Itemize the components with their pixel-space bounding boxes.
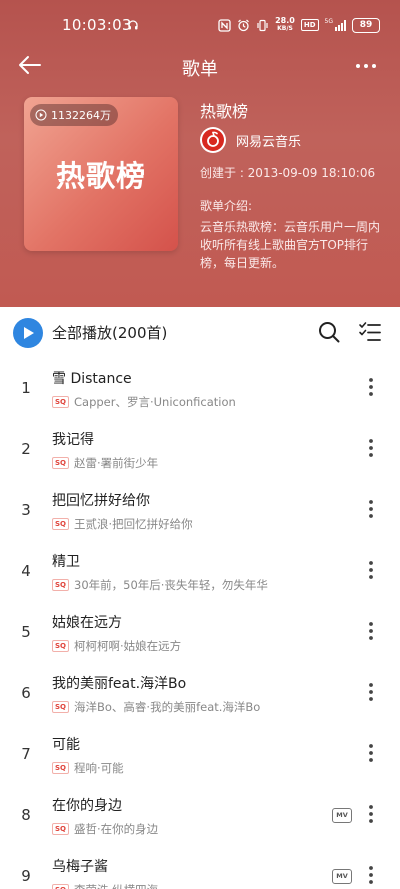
more-options-icon[interactable] bbox=[354, 56, 378, 76]
song-index: 3 bbox=[21, 501, 31, 519]
status-time: 10:03:03 bbox=[62, 16, 132, 34]
creator-name[interactable]: 网易云音乐 bbox=[236, 131, 301, 150]
play-count: 1132264万 bbox=[51, 109, 111, 122]
song-more-icon[interactable] bbox=[364, 497, 378, 521]
song-index: 2 bbox=[21, 440, 31, 458]
song-meta: SQ 柯柯柯啊·姑娘在远方 bbox=[52, 638, 181, 654]
cover-text: 热歌榜 bbox=[55, 159, 146, 193]
song-row[interactable]: 4 精卫 SQ 30年前，50年后·丧失年轻，勿失年华 bbox=[0, 542, 400, 602]
song-title: 雪 Distance bbox=[52, 371, 132, 387]
battery-indicator: 89 bbox=[352, 17, 380, 33]
song-more-icon[interactable] bbox=[364, 558, 378, 582]
hd-badge: HD bbox=[300, 19, 319, 31]
alarm-icon bbox=[238, 19, 250, 31]
song-row[interactable]: 2 我记得 SQ 赵雷·署前街少年 bbox=[0, 420, 400, 480]
song-row[interactable]: 5 姑娘在远方 SQ 柯柯柯啊·姑娘在远方 bbox=[0, 603, 400, 663]
sq-badge: SQ bbox=[52, 762, 69, 774]
song-title: 把回忆拼好给你 bbox=[52, 493, 150, 509]
song-index: 1 bbox=[21, 379, 31, 397]
mv-button[interactable]: MV bbox=[332, 808, 352, 823]
song-artist: 王贰浪·把回忆拼好给你 bbox=[74, 517, 193, 531]
song-artist: 柯柯柯啊·姑娘在远方 bbox=[74, 639, 182, 653]
song-more-icon[interactable] bbox=[364, 436, 378, 460]
sq-badge: SQ bbox=[52, 457, 69, 469]
song-artist: 程响·可能 bbox=[74, 761, 124, 775]
play-all-label[interactable]: 全部播放(200首) bbox=[52, 322, 167, 343]
song-artist: 海洋Bo、高睿·我的美丽feat.海洋Bo bbox=[74, 700, 261, 714]
search-icon[interactable] bbox=[317, 320, 341, 344]
song-index: 9 bbox=[21, 867, 31, 885]
song-index: 6 bbox=[21, 684, 31, 702]
signal-icon: 5G bbox=[325, 19, 346, 31]
mv-button[interactable]: MV bbox=[332, 869, 352, 884]
sq-badge: SQ bbox=[52, 396, 69, 408]
play-all-button[interactable] bbox=[13, 318, 43, 348]
headphones-icon bbox=[128, 20, 138, 30]
nfc-icon bbox=[218, 18, 231, 32]
song-more-icon[interactable] bbox=[364, 619, 378, 643]
song-meta: SQ 李荣浩·纵横四海 bbox=[52, 882, 158, 889]
sq-badge: SQ bbox=[52, 701, 69, 713]
song-meta: SQ 30年前，50年后·丧失年轻，勿失年华 bbox=[52, 577, 268, 593]
song-row[interactable]: 3 把回忆拼好给你 SQ 王贰浪·把回忆拼好给你 bbox=[0, 481, 400, 541]
song-title: 姑娘在远方 bbox=[52, 615, 122, 631]
sq-badge: SQ bbox=[52, 579, 69, 591]
song-meta: SQ 盛哲·在你的身边 bbox=[52, 821, 158, 837]
page-title: 歌单 bbox=[182, 59, 218, 80]
song-more-icon[interactable] bbox=[364, 741, 378, 765]
network-speed: 28.0 KB/S bbox=[275, 16, 295, 33]
song-artist: 30年前，50年后·丧失年轻，勿失年华 bbox=[74, 578, 268, 592]
netease-logo-icon bbox=[207, 131, 219, 147]
multi-select-icon[interactable] bbox=[358, 320, 382, 344]
sq-badge: SQ bbox=[52, 640, 69, 652]
sq-badge: SQ bbox=[52, 884, 69, 889]
song-row[interactable]: 9 乌梅子酱 SQ 李荣浩·纵横四海 MV bbox=[0, 847, 400, 889]
intro-label: 歌单介绍: bbox=[200, 199, 253, 213]
song-row[interactable]: 8 在你的身边 SQ 盛哲·在你的身边 MV bbox=[0, 786, 400, 846]
song-artist: 李荣浩·纵横四海 bbox=[74, 882, 158, 889]
song-meta: SQ 海洋Bo、高睿·我的美丽feat.海洋Bo bbox=[52, 699, 260, 715]
song-index: 4 bbox=[21, 562, 31, 580]
song-meta: SQ 赵雷·署前街少年 bbox=[52, 455, 158, 471]
song-title: 精卫 bbox=[52, 554, 80, 570]
song-title: 在你的身边 bbox=[52, 798, 122, 814]
avatar[interactable] bbox=[200, 127, 226, 153]
song-title: 我记得 bbox=[52, 432, 94, 448]
song-index: 5 bbox=[21, 623, 31, 641]
song-meta: SQ 王贰浪·把回忆拼好给你 bbox=[52, 516, 193, 532]
song-row[interactable]: 6 我的美丽feat.海洋Bo SQ 海洋Bo、高睿·我的美丽feat.海洋Bo bbox=[0, 664, 400, 724]
song-title: 可能 bbox=[52, 737, 80, 753]
playlist-title: 热歌榜 bbox=[200, 102, 249, 121]
song-more-icon[interactable] bbox=[364, 375, 378, 399]
song-title: 乌梅子酱 bbox=[52, 859, 108, 875]
play-icon bbox=[24, 327, 34, 339]
play-count-badge: 1132264万 bbox=[30, 104, 118, 126]
song-artist: 盛哲·在你的身边 bbox=[74, 822, 159, 836]
play-circle-icon bbox=[35, 109, 47, 121]
sq-badge: SQ bbox=[52, 823, 69, 835]
song-title: 我的美丽feat.海洋Bo bbox=[52, 676, 187, 692]
song-index: 8 bbox=[21, 806, 31, 824]
created-date: 创建于 : 2013-09-09 18:10:06 bbox=[200, 166, 376, 180]
song-meta: SQ 程响·可能 bbox=[52, 760, 124, 776]
vibrate-icon bbox=[257, 19, 268, 31]
playlist-header: 10:03:03 28.0 KB/S HD 5G 89 歌单 1132264万 … bbox=[0, 0, 400, 307]
song-artist: 赵雷·署前街少年 bbox=[74, 456, 159, 470]
song-row[interactable]: 1 雪 Distance SQ Capper、罗言·Uniconfication bbox=[0, 359, 400, 419]
sq-badge: SQ bbox=[52, 518, 69, 530]
song-index: 7 bbox=[21, 745, 31, 763]
status-bar: 10:03:03 28.0 KB/S HD 5G 89 bbox=[0, 0, 400, 52]
song-more-icon[interactable] bbox=[364, 802, 378, 826]
song-artist: Capper、罗言·Uniconfication bbox=[74, 395, 236, 409]
creator[interactable]: 网易云音乐 bbox=[200, 127, 301, 153]
song-row[interactable]: 7 可能 SQ 程响·可能 bbox=[0, 725, 400, 785]
song-more-icon[interactable] bbox=[364, 863, 378, 887]
playlist-intro[interactable]: 云音乐热歌榜：云音乐用户一周内收听所有线上歌曲官方TOP排行榜，每日更新。 bbox=[200, 218, 385, 272]
song-more-icon[interactable] bbox=[364, 680, 378, 704]
playlist-cover[interactable]: 1132264万 热歌榜 bbox=[24, 97, 178, 251]
song-meta: SQ Capper、罗言·Uniconfication bbox=[52, 394, 236, 410]
